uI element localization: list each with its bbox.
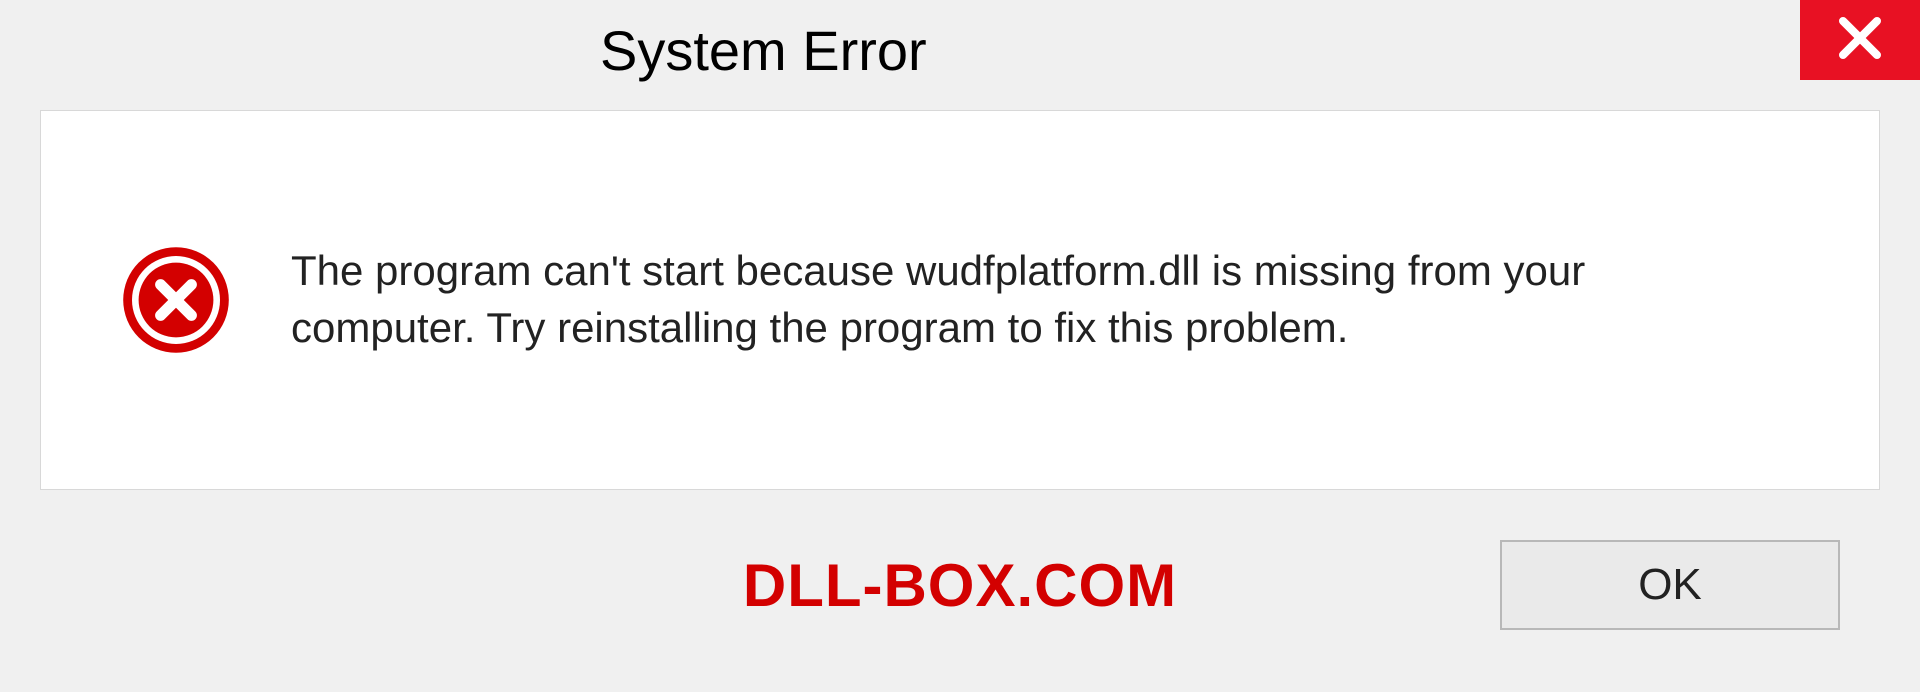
close-button[interactable]: [1800, 0, 1920, 80]
dialog-footer: DLL-BOX.COM OK: [40, 490, 1880, 680]
dialog-title: System Error: [600, 18, 927, 83]
ok-button[interactable]: OK: [1500, 540, 1840, 630]
error-icon: [121, 245, 231, 355]
close-icon: [1835, 13, 1885, 68]
dialog-content: The program can't start because wudfplat…: [40, 110, 1880, 490]
titlebar: System Error: [0, 0, 1920, 100]
error-message: The program can't start because wudfplat…: [291, 243, 1691, 356]
watermark-text: DLL-BOX.COM: [743, 551, 1177, 620]
